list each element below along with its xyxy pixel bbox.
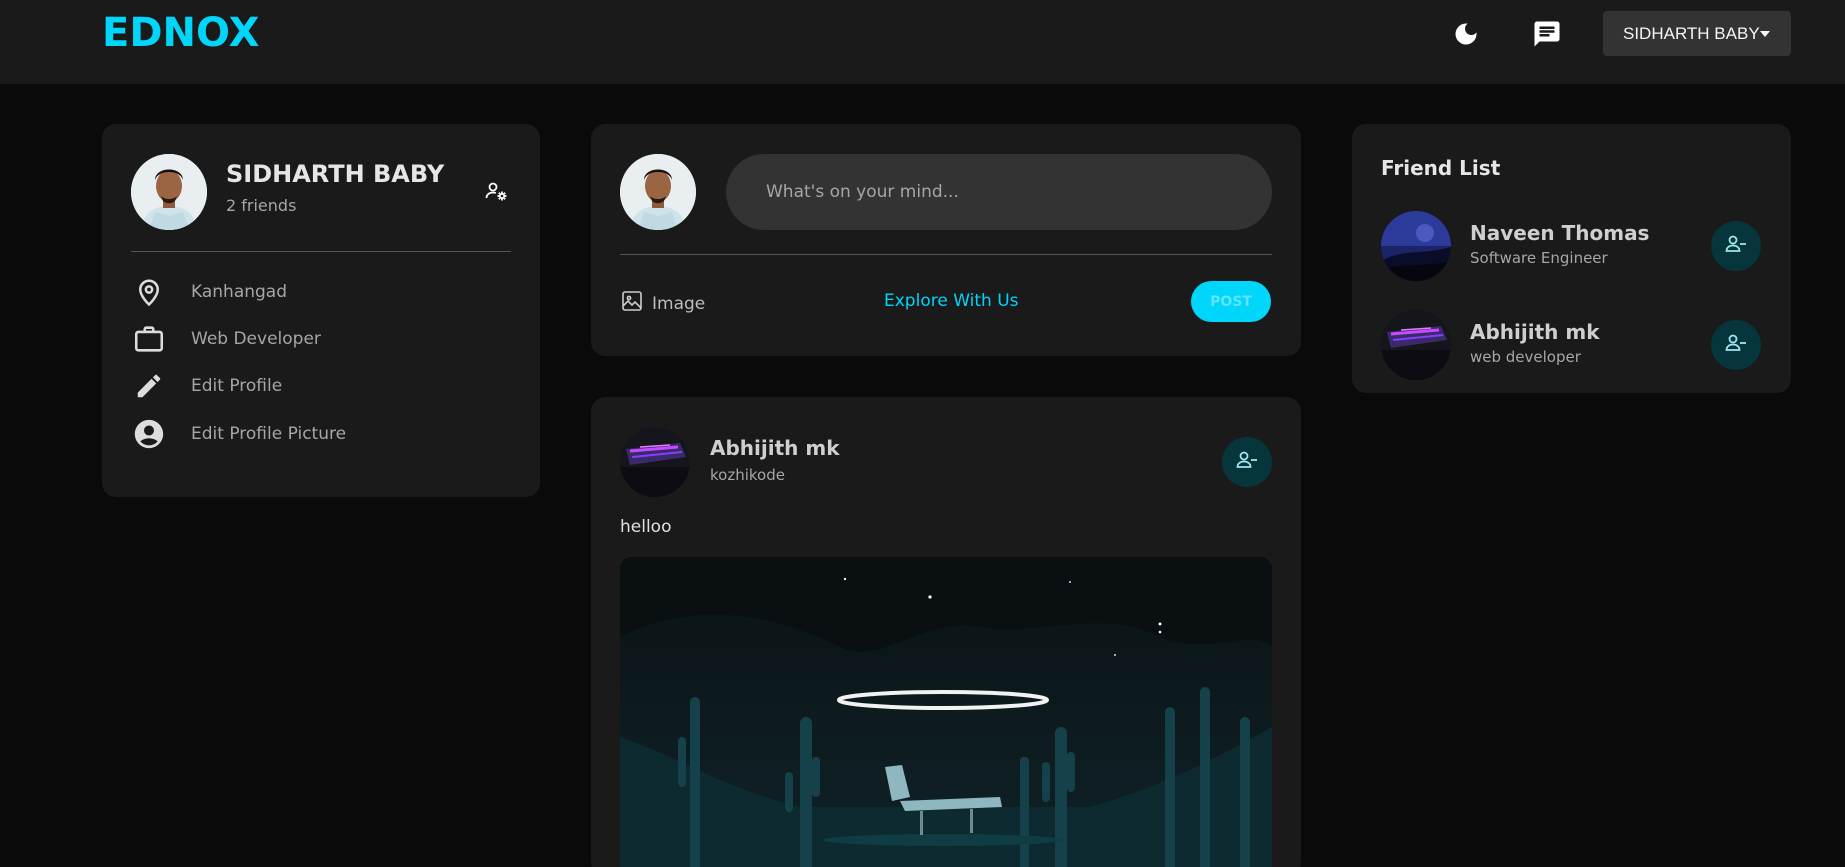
post-image[interactable] (620, 557, 1272, 867)
image-label: Image (652, 293, 706, 314)
location-pin-icon (131, 274, 167, 310)
friend-occupation: web developer (1470, 348, 1581, 366)
post-input[interactable] (726, 154, 1272, 230)
edit-profile-link[interactable]: Edit Profile (131, 368, 511, 404)
compose-avatar (620, 154, 696, 230)
friends-count: 2 friends (226, 196, 297, 215)
profile-avatar[interactable] (131, 154, 207, 230)
post-author-name[interactable]: Abhijith mk (710, 436, 840, 460)
moon-icon[interactable] (1450, 18, 1482, 50)
profile-occupation-label: Web Developer (191, 329, 321, 349)
friend-avatar[interactable] (1381, 310, 1451, 380)
pencil-icon (131, 368, 167, 404)
friend-occupation: Software Engineer (1470, 249, 1608, 267)
profile-occupation: Web Developer (131, 321, 511, 357)
person-remove-icon (1724, 331, 1748, 359)
chat-icon[interactable] (1531, 18, 1563, 50)
manage-account-icon[interactable] (484, 179, 510, 205)
profile-name: SIDHARTH BABY (226, 160, 445, 188)
user-menu-label: SIDHARTH BABY (1623, 23, 1760, 43)
image-icon (620, 289, 644, 318)
edit-profile-picture-link[interactable]: Edit Profile Picture (131, 416, 511, 452)
post-card: Abhijith mk kozhikode helloo (591, 397, 1301, 867)
remove-friend-button[interactable] (1711, 221, 1761, 271)
person-remove-icon (1235, 448, 1259, 476)
person-remove-icon (1724, 232, 1748, 260)
navbar: EDNOX SIDHARTH BABY (0, 0, 1845, 84)
post-text: helloo (620, 517, 672, 537)
compose-card: Image Explore With Us POST (591, 124, 1301, 356)
friend-list-title: Friend List (1381, 156, 1501, 180)
profile-location: Kanhangad (131, 274, 511, 310)
chevron-down-icon (1759, 30, 1770, 37)
edit-profile-label: Edit Profile (191, 376, 283, 396)
edit-profile-picture-label: Edit Profile Picture (191, 424, 347, 444)
briefcase-icon (131, 321, 167, 357)
account-circle-icon (131, 416, 167, 452)
add-image-button[interactable]: Image (620, 289, 705, 318)
remove-friend-button[interactable] (1222, 437, 1272, 487)
post-button[interactable]: POST (1191, 281, 1271, 322)
friend-list-item: Naveen Thomas Software Engineer (1381, 211, 1763, 281)
friend-name[interactable]: Naveen Thomas (1470, 221, 1649, 245)
post-author-location: kozhikode (710, 466, 785, 484)
remove-friend-button[interactable] (1711, 320, 1761, 370)
user-menu-dropdown[interactable]: SIDHARTH BABY (1603, 11, 1791, 56)
friend-list-item: Abhijith mk web developer (1381, 310, 1763, 380)
profile-location-label: Kanhangad (191, 282, 288, 302)
divider (131, 251, 511, 252)
friend-avatar[interactable] (1381, 211, 1451, 281)
friend-name[interactable]: Abhijith mk (1470, 320, 1600, 344)
explore-link[interactable]: Explore With Us (884, 291, 1019, 311)
divider (620, 254, 1272, 255)
friend-list-card: Friend List Naveen Thomas Software Engin… (1352, 124, 1791, 393)
post-author-avatar[interactable] (620, 427, 690, 497)
logo[interactable]: EDNOX (102, 10, 259, 56)
profile-card: SIDHARTH BABY 2 friends Kanhangad Web De… (102, 124, 540, 497)
